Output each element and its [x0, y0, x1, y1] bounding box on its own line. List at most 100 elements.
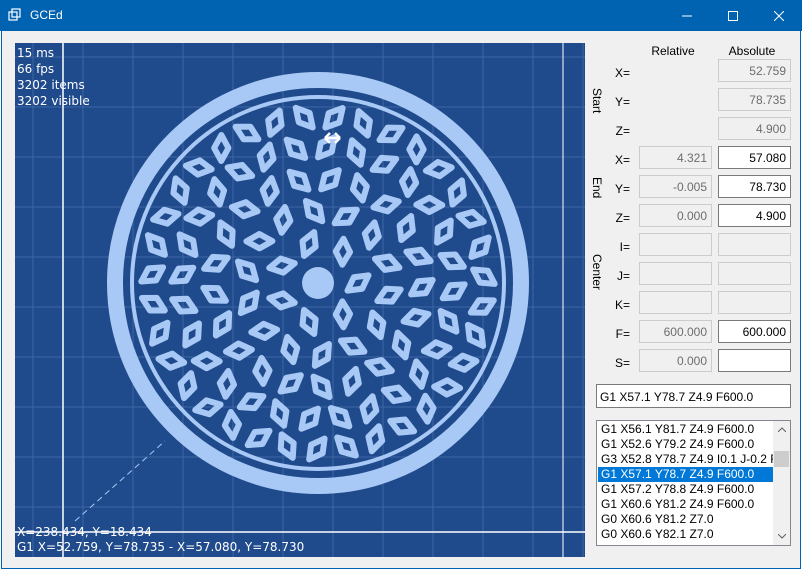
rhombus-cell	[398, 166, 420, 199]
rhombus-cell	[403, 246, 434, 267]
rhombus-cell	[416, 392, 437, 425]
rhombus-cell	[311, 340, 332, 369]
rhombus-cell	[243, 231, 276, 252]
rhombus-cell	[299, 229, 319, 259]
rhombus-cell	[212, 310, 233, 339]
app-window-icon	[8, 8, 21, 21]
scroll-thumb[interactable]	[774, 451, 789, 467]
maximize-icon	[728, 10, 738, 21]
center-j-absolute-field[interactable]	[718, 262, 791, 285]
center-k-absolute-field[interactable]	[718, 291, 791, 314]
close-button[interactable]	[756, 0, 802, 31]
rhombus-cell	[332, 298, 354, 331]
end-x-absolute-field[interactable]: 57.080	[718, 146, 791, 169]
center-group-label: Center	[590, 254, 604, 291]
rhombus-cell	[168, 264, 197, 285]
rhombus-cell	[228, 199, 261, 220]
rhombus-cell	[201, 253, 231, 273]
end-z-absolute-field[interactable]: 4.900	[718, 204, 791, 227]
start-x-absolute-field[interactable]: 52.759	[718, 59, 791, 82]
toolpath-canvas[interactable]: 15 ms 66 fps 3202 items 3202 visible X=2…	[15, 43, 585, 557]
gcode-list-item[interactable]: G1 X60.6 Y81.2 Z4.9 F600.0	[598, 497, 774, 512]
gcode-list-item[interactable]: G1 X57.2 Y78.8 Z4.9 F600.0	[598, 482, 774, 497]
visible-items-stat: 3202 visible	[17, 94, 90, 108]
rhombus-cell	[200, 284, 229, 304]
end-y-relative-field[interactable]: -0.005	[639, 175, 712, 198]
gcode-list-item[interactable]: G0 X60.6 Y81.2 Z7.0	[598, 512, 774, 527]
center-j-relative-field[interactable]	[639, 262, 712, 285]
rhombus-cell	[455, 208, 487, 229]
rhombus-cell	[353, 108, 373, 139]
rhombus-cell	[298, 405, 321, 432]
maximize-button[interactable]	[710, 0, 756, 31]
rhombus-cell	[269, 398, 290, 429]
rhombus-cell	[150, 206, 182, 227]
rhombus-cell	[259, 175, 280, 207]
rhombus-cell	[237, 289, 260, 317]
feed-label: F=	[615, 327, 630, 341]
fps-stat: 66 fps	[17, 62, 55, 76]
rhombus-cell	[224, 161, 256, 182]
center-k-relative-field[interactable]	[639, 291, 712, 314]
start-group-label: Start	[590, 88, 604, 114]
rhombus-cell	[334, 434, 359, 459]
gcode-list-item[interactable]: G1 X56.1 Y81.7 Z4.9 F600.0	[598, 422, 774, 437]
spindle-relative-field[interactable]: 0.000	[639, 349, 712, 372]
scroll-up-button[interactable]	[773, 421, 790, 438]
end-z-relative-field[interactable]: 0.000	[639, 204, 712, 227]
guide-line	[74, 440, 166, 522]
rhombus-cell	[144, 232, 168, 258]
rhombus-cell	[236, 392, 267, 412]
rhombus-cell	[364, 357, 395, 377]
rhombus-cell	[138, 264, 167, 285]
end-x-label: X=	[614, 153, 630, 167]
rhombus-cell	[183, 206, 216, 227]
window-client-area: 15 ms 66 fps 3202 items 3202 visible X=2…	[1, 31, 801, 569]
minimize-button[interactable]	[664, 0, 710, 31]
rhombus-cell	[232, 123, 262, 143]
rhombus-cell	[306, 435, 328, 463]
relative-column-header: Relative	[651, 44, 695, 58]
rhombus-cell	[332, 235, 354, 268]
title-bar: GCEd	[0, 0, 802, 31]
start-y-absolute-field[interactable]: 78.735	[718, 88, 791, 111]
feed-absolute-field[interactable]: 600.000	[718, 320, 791, 343]
end-x-relative-field[interactable]: 4.321	[639, 146, 712, 169]
rhombus-cell	[371, 253, 403, 273]
rhombus-cell	[176, 231, 199, 258]
list-scrollbar[interactable]	[773, 421, 790, 545]
rhombus-cell	[359, 393, 380, 425]
start-z-label: Z=	[615, 124, 630, 138]
rhombus-cell	[447, 177, 467, 208]
spindle-absolute-field[interactable]	[718, 349, 791, 372]
rhombus-cell	[408, 358, 429, 390]
rhombus-cell	[366, 309, 387, 341]
segment-info-readout: G1 X=52.759, Y=78.735 - X=57.080, Y=78.7…	[17, 540, 305, 554]
rhombus-cell	[244, 427, 273, 449]
rhombus-cell	[234, 258, 260, 284]
rhombus-cell	[400, 307, 432, 328]
gcode-list-item[interactable]: G1 X57.1 Y78.7 Z4.9 F600.0	[598, 467, 774, 482]
chevron-down-icon	[777, 534, 786, 539]
end-y-absolute-field[interactable]: 78.730	[718, 175, 791, 198]
rhombus-cell	[361, 219, 382, 251]
rhombus-cell	[138, 294, 168, 314]
gcode-command-input[interactable]: G1 X57.1 Y78.7 Z4.9 F600.0	[596, 384, 791, 408]
rhombus-cell	[190, 350, 223, 372]
feed-relative-field[interactable]: 600.000	[639, 320, 712, 343]
gcode-list-item[interactable]: G3 X52.8 Y78.7 Z4.9 I0.1 J-0.2 F600.0	[598, 452, 774, 467]
rhombus-cell	[207, 176, 228, 208]
start-z-absolute-field[interactable]: 4.900	[718, 117, 791, 140]
gcode-list-item[interactable]: G0 X60.6 Y82.1 Z7.0	[598, 527, 774, 542]
center-i-absolute-field[interactable]	[718, 233, 791, 256]
rhombus-cell	[177, 370, 198, 402]
items-stat: 3202 items	[17, 78, 85, 92]
gcode-list-item[interactable]: G1 X52.6 Y79.2 Z4.9 F600.0	[598, 437, 774, 452]
minimize-icon	[682, 15, 692, 16]
start-y-label: Y=	[614, 95, 630, 109]
gcode-listbox[interactable]: G1 X56.1 Y81.7 Z4.9 F600.0 G1 X52.6 Y79.2…	[596, 420, 791, 546]
end-y-label: Y=	[614, 182, 630, 196]
center-i-relative-field[interactable]	[639, 233, 712, 256]
rhombus-cell	[420, 339, 453, 360]
scroll-down-button[interactable]	[773, 528, 790, 545]
